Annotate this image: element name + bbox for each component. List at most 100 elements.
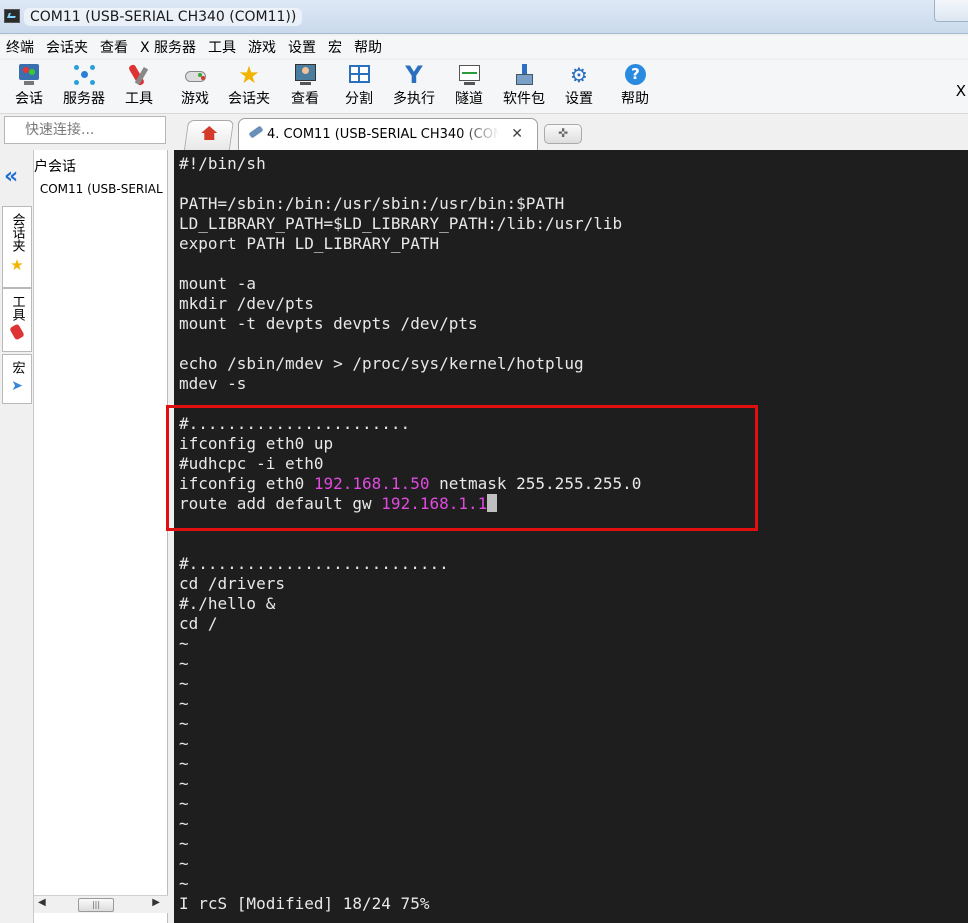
terminal-line: cd /drivers [179,574,285,593]
tab-close-button[interactable]: ✕ [511,126,523,142]
tunneling-button[interactable]: 隧道 [452,62,486,108]
side-tab-bar: « 会话夹 ★ 工具 宏 ➤ [0,150,34,923]
package-download-icon [511,62,537,88]
scroll-thumb[interactable]: ||| [78,898,114,912]
star-icon: ★ [10,256,24,274]
quick-connect-input[interactable] [5,117,165,143]
menu-sessions[interactable]: 会话夹 [40,36,94,58]
vim-tilde-line: ~ [179,854,189,873]
scroll-right-icon[interactable]: ▶ [152,897,160,908]
new-tab-button[interactable]: ✜ [544,124,582,144]
send-arrow-icon: ➤ [11,378,23,394]
menu-help[interactable]: 帮助 [348,36,388,58]
vim-tilde-line: ~ [179,754,189,773]
menu-terminal[interactable]: 终端 [0,36,40,58]
vim-status-line: I rcS [Modified] 18/24 75% [179,894,430,913]
terminal-app-icon [4,9,20,23]
multi-exec-icon: Y [405,61,423,89]
terminal-line-route: route add default gw 192.168.1.1 [179,494,498,514]
window-title: COM11 (USB-SERIAL CH340 (COM11)) [24,8,303,26]
terminal-line-ifconfig: ifconfig eth0 192.168.1.50 netmask 255.2… [179,474,642,493]
terminal-line: mdev -s [179,374,247,393]
menu-tools[interactable]: 工具 [202,36,242,58]
menu-view[interactable]: 查看 [94,36,134,58]
servers-button[interactable]: 服务器 [60,62,108,108]
home-icon [201,126,218,140]
games-button[interactable]: 游戏 [178,62,212,108]
menu-macros[interactable]: 宏 [322,36,348,58]
menu-settings[interactable]: 设置 [282,36,322,58]
terminal-line: mount -t devpts devpts /dev/pts [179,314,478,333]
menu-bar: 终端 会话夹 查看 X 服务器 工具 游戏 设置 宏 帮助 [0,36,968,58]
tools-button[interactable]: 工具 [122,62,156,108]
session-icon [16,62,42,88]
vim-tilde-line: ~ [179,834,189,853]
terminal-line: cd / [179,614,218,633]
help-button[interactable]: ? 帮助 [618,62,652,108]
split-button[interactable]: 分割 [342,62,376,108]
vim-tilde-line: ~ [179,714,189,733]
tab-com11[interactable]: 4. COM11 (USB-SERIAL CH340 (COM11)) ✕ [238,118,538,150]
vim-tilde-line: ~ [179,654,189,673]
star-icon: ★ [238,61,260,89]
menu-games[interactable]: 游戏 [242,36,282,58]
multi-exec-button[interactable]: Y 多执行 [390,62,438,108]
tools-icon [126,62,152,88]
gateway-address: 192.168.1.1 [381,494,488,513]
side-tab-tools[interactable]: 工具 [2,288,32,352]
terminal-line: #!/bin/sh [179,154,266,173]
terminal-line: mkdir /dev/pts [179,294,314,313]
gears-icon: ⚙ [570,63,588,87]
scroll-left-icon[interactable]: ◀ [38,897,46,908]
vim-tilde-line: ~ [179,874,189,893]
title-bar: COM11 (USB-SERIAL CH340 (COM11)) [0,0,968,34]
vim-tilde-line: ~ [179,674,189,693]
session-tree-panel: 户会话 COM11 (USB-SERIAL CH340 (COM11)) [34,150,168,923]
terminal-screen[interactable]: #!/bin/sh PATH=/sbin:/bin:/usr/sbin:/usr… [174,150,968,923]
settings-button[interactable]: ⚙ 设置 [562,62,596,108]
gamepad-icon [182,62,208,88]
split-icon [346,62,372,88]
view-button[interactable]: 查看 [288,62,322,108]
tab-home[interactable] [183,120,235,150]
menu-x-server[interactable]: X 服务器 [134,36,202,58]
terminal-line: #udhcpc -i eth0 [179,454,324,473]
side-tab-sessions[interactable]: 会话夹 ★ [2,206,32,288]
toolbar-close-button[interactable]: X [956,82,966,100]
session-button[interactable]: 会话 [12,62,46,108]
vim-tilde-line: ~ [179,734,189,753]
packages-button[interactable]: 软件包 [500,62,548,108]
servers-icon [71,62,97,88]
toolbar: 会话 服务器 工具 游戏 ★ 会话夹 查看 分割 Y 多执行 隧道 软件包 ⚙ … [0,60,968,114]
tab-strip: 4. COM11 (USB-SERIAL CH340 (COM11)) ✕ ✜ [170,116,968,150]
vim-tilde-line: ~ [179,774,189,793]
bookmarks-button[interactable]: ★ 会话夹 [226,62,272,108]
terminal-line: echo /sbin/mdev > /proc/sys/kernel/hotpl… [179,354,584,373]
view-icon [292,62,318,88]
collapse-sidebar-icon[interactable]: « [4,164,18,189]
session-panel-scrollbar[interactable]: ◀ ||| ▶ [34,895,168,913]
terminal-line: #........................... [179,554,449,573]
vim-tilde-line: ~ [179,794,189,813]
tools-icon [9,323,25,341]
vim-tilde-line: ~ [179,634,189,653]
side-tab-macros[interactable]: 宏 ➤ [2,354,32,404]
terminal-line: mount -a [179,274,257,293]
terminal-line: #./hello & [179,594,276,613]
ip-address: 192.168.1.50 [313,474,430,493]
session-item-com11[interactable]: COM11 (USB-SERIAL CH340 (COM11)) [36,182,167,196]
vim-tilde-line: ~ [179,694,189,713]
terminal-line: export PATH LD_LIBRARY_PATH [179,234,440,253]
terminal-line: LD_LIBRARY_PATH=$LD_LIBRARY_PATH:/lib:/u… [179,214,623,233]
window-controls[interactable] [934,0,968,22]
user-sessions-root[interactable]: 户会话 [34,156,76,176]
help-icon: ? [622,62,648,88]
quick-connect-box [4,116,166,144]
terminal-line: PATH=/sbin:/bin:/usr/sbin:/usr/bin:$PATH [179,194,565,213]
serial-plug-icon [248,125,264,139]
terminal-line: #....................... [179,414,411,433]
text-cursor [487,494,498,512]
tunnel-icon [456,62,482,88]
vim-tilde-line: ~ [179,814,189,833]
terminal-line: ifconfig eth0 up [179,434,334,453]
